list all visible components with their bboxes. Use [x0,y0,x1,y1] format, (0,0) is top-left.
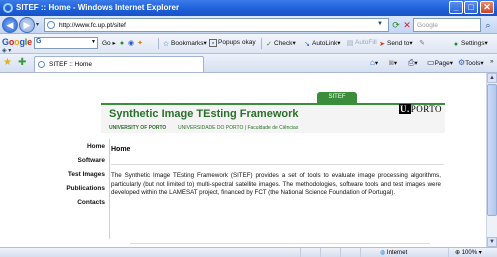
vertical-scrollbar[interactable]: ▲ ▼ [486,73,497,247]
status-cell [360,248,361,257]
go-arrow-icon: ▸ [112,40,116,47]
security-zone[interactable]: ◍ Internet [380,249,407,256]
tab-favicon-icon [38,61,45,68]
google-logo[interactable]: Google [2,37,32,47]
scroll-down-icon[interactable]: ▼ [487,237,497,247]
home-icon[interactable]: ⌂▾ [370,58,378,67]
main-section: Home The Synthetic Image TEsting Framewo… [111,146,446,225]
nav-test-images[interactable]: Test Images [60,171,105,178]
sendto-button[interactable]: ➤ Send to▾ [378,39,413,49]
window-title: SITEF :: Home - Windows Internet Explore… [16,3,180,12]
url-dropdown-icon[interactable]: ▼ [377,21,386,30]
status-cell [448,248,449,257]
minimize-button[interactable]: _ [449,1,463,14]
section-title: Home [111,146,131,153]
google-g-icon: G [36,38,42,45]
zoom-icon: ⊕ [455,250,461,256]
section-divider [111,164,444,165]
status-cell [300,248,301,257]
url-input[interactable]: http://www.fc.up.pt/sitef ▼ [44,18,389,32]
tools-menu-button[interactable]: ⚙Tools▾ [458,58,484,67]
google-tools-icons[interactable]: ● ◉ ✦ [118,39,145,48]
status-bar: ◍ Internet ⊕ 100% ▾ [0,247,497,257]
sitef-badge[interactable]: SITEF [317,92,357,103]
site-banner: Synthetic Image TEsting Framework UNIVER… [101,103,445,133]
globe-icon: ◍ [380,250,386,256]
google-search-input[interactable]: G ▼ [34,37,98,49]
check-button[interactable]: ✓ Check▾ [265,39,296,49]
forward-icon[interactable]: ▶ [19,17,35,33]
title-bar: SITEF :: Home - Windows Internet Explore… [0,0,497,16]
chevron-more-icon[interactable]: » [490,58,494,65]
nav-software[interactable]: Software [60,157,105,164]
stop-icon[interactable]: ✕ [401,19,413,31]
google-toolbar: Google G ▼ Go ▸ ● ◉ ✦ ☆ Bookmarks▾ ▫ Popups … [0,34,497,54]
back-icon[interactable]: ◀ [2,17,18,33]
bookmarks-button[interactable]: ☆ Bookmarks▾ [162,39,207,49]
nav-home[interactable]: Home [60,143,105,150]
nav-publications[interactable]: Publications [60,185,105,192]
close-button[interactable]: ✕ [480,1,494,14]
faculty-label: UNIVERSIDADE DO PORTO | Faculdade de Ciê… [178,125,299,131]
favorites-star-icon[interactable]: ★ [3,57,12,69]
address-bar: ◀ ▶ ▾ http://www.fc.up.pt/sitef ▼ ⟳ ✕ Go… [0,16,497,34]
pencil-icon[interactable]: ✎ [418,39,427,48]
university-label: UNIVERSITY OF PORTO [109,125,167,131]
status-cell [340,248,341,257]
tab-bar: ★ ✚ SITEF :: Home ⌂▾ ◙▾ ⎙▾ ▭Page▾ ⚙Tools… [0,54,497,73]
google-go-button[interactable]: Go ▸ [102,39,116,47]
tab-sitef-home[interactable]: SITEF :: Home [34,56,204,72]
toolbar-separator [261,38,262,49]
uporto-logo[interactable]: U.PORTO [399,104,442,114]
popups-button[interactable]: ▫ Popups okay [209,39,256,47]
ie-icon [3,3,13,13]
url-text: http://www.fc.up.pt/sitef [59,22,126,29]
maximize-button[interactable]: □ [464,1,478,14]
search-input[interactable]: Google [413,18,481,32]
page-menu-button[interactable]: ▭Page▾ [427,58,453,67]
search-icon[interactable]: ⌕ [482,19,494,31]
scroll-up-icon[interactable]: ▲ [487,73,497,83]
scroll-thumb[interactable] [487,84,497,216]
toolbar-options-icon[interactable]: ◈ ▾ [2,47,11,54]
autofill-button[interactable]: ▤ AutoFill [346,39,377,48]
status-cell [320,248,321,257]
history-dropdown-icon[interactable]: ▾ [36,21,39,28]
google-search-dropdown-icon[interactable]: ▼ [91,39,96,45]
search-placeholder: Google [417,22,438,29]
site-heading: Synthetic Image TEsting Framework [109,108,299,120]
nav-divider [109,139,110,239]
page-favicon-icon [47,21,55,29]
autolink-button[interactable]: ↘ AutoLink▾ [303,39,341,49]
footer-divider [130,243,430,244]
intro-paragraph: The Synthetic Image TEsting Framework (S… [111,172,441,197]
settings-button[interactable]: ● Settings▾ [452,39,488,49]
zoom-level[interactable]: ⊕ 100% ▾ [455,249,482,256]
nav-contacts[interactable]: Contacts [60,199,105,206]
feeds-icon[interactable]: ◙▾ [389,58,397,67]
print-icon[interactable]: ⎙▾ [408,58,418,68]
page-content: SITEF Synthetic Image TEsting Framework … [0,73,486,247]
toolbar-separator [158,38,159,49]
add-favorites-icon[interactable]: ✚ [18,57,26,69]
